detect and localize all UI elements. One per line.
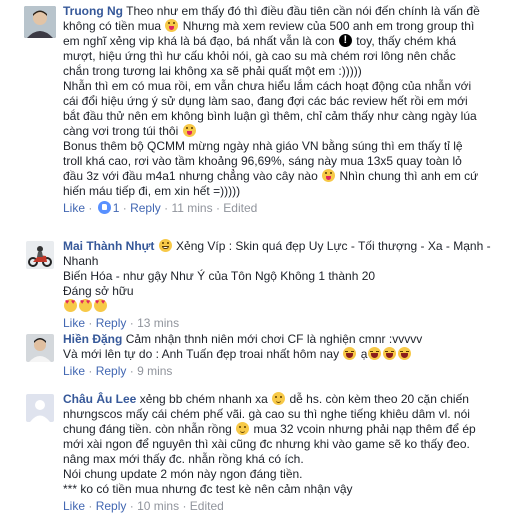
separator: · bbox=[88, 499, 93, 513]
separator: · bbox=[215, 201, 220, 215]
separator: · bbox=[182, 499, 187, 513]
comment-text-line: hiến máu tiếp đi, em xin hết =))))) bbox=[63, 184, 241, 198]
comment-actions: Like · Reply · 9 mins bbox=[63, 364, 515, 379]
separator: · bbox=[88, 316, 93, 330]
avatar[interactable] bbox=[26, 241, 54, 269]
heart-eyes-emoji-icon bbox=[64, 298, 77, 312]
grin-emoji-icon bbox=[158, 239, 172, 252]
laughing-emoji-icon bbox=[368, 347, 382, 360]
reply-button[interactable]: Reply bbox=[96, 364, 127, 378]
comment-actions: Like · 1 · Reply · 11 mins · Edited bbox=[63, 201, 515, 216]
comment-text-line: troll khá cao, rơi vào tầm khoảng 96,69%… bbox=[63, 154, 462, 168]
avatar-image-icon bbox=[26, 241, 54, 269]
laughing-emoji-icon bbox=[398, 347, 412, 360]
comment-text-line: Biến Hóa - như gậy Như Ý của Tôn Ngộ Khô… bbox=[63, 269, 376, 283]
like-button[interactable]: Like bbox=[63, 499, 85, 513]
comment-timestamp[interactable]: 11 mins bbox=[171, 201, 212, 215]
comment-actions: Like · Reply · 10 mins · Edited bbox=[63, 499, 515, 514]
comment-author[interactable]: Mai Thành Nhựt bbox=[63, 239, 154, 253]
avatar-image-icon bbox=[26, 334, 54, 362]
comment-text-line: ạ bbox=[360, 347, 368, 361]
comment-text-line: bắt đầu thử nên em không bình luận gì th… bbox=[63, 109, 477, 123]
reply-button[interactable]: Reply bbox=[130, 201, 161, 215]
comment-text-line: Nhưng mà xem review của 500 anh em trong… bbox=[182, 19, 475, 33]
heart-eyes-emoji-icon bbox=[79, 298, 92, 312]
comment-text-line: nâng max mới thấy đc. nhẫn rồng khá có í… bbox=[63, 452, 304, 466]
comment-text-line: mua 32 vcoin nhưng phải nạp thêm để ép bbox=[253, 422, 476, 436]
avatar-image-icon bbox=[24, 6, 56, 38]
comment-text-line: Nhìn chung thì anh em cứ bbox=[339, 169, 479, 183]
heart-eyes-emoji-icon bbox=[94, 298, 107, 312]
separator: · bbox=[164, 201, 169, 215]
tongue-emoji-icon bbox=[165, 19, 179, 32]
like-button[interactable]: Like bbox=[63, 316, 85, 330]
avatar[interactable] bbox=[26, 394, 54, 422]
comment-text-line: xẻng bb chém nhanh xa bbox=[139, 392, 268, 406]
comment-text-line: *** ko có tiền mua nhưng đc test kè nên … bbox=[63, 482, 353, 496]
comment-text-line: cái đổi hiệu ứng ý sử dụng làm sao, đang… bbox=[63, 94, 468, 108]
comment-text-line: Nói chung update 2 món này ngon đáng tiề… bbox=[63, 467, 303, 481]
comment-text-line: Bonus thêm bộ QCMM mừng ngày nhà giáo VN… bbox=[63, 139, 463, 153]
comment-author[interactable]: Hiền Đặng bbox=[63, 332, 122, 346]
like-count[interactable]: 1 bbox=[113, 201, 120, 215]
comment-text-line: toy, thấy chém khá bbox=[356, 34, 457, 48]
comment-text-line: mượt, hiệu ứng thì hư cấu khỏi nói, gà c… bbox=[63, 49, 456, 63]
edited-label[interactable]: Edited bbox=[190, 499, 224, 513]
comment-text-line: Xẻng Víp : Skin quá đẹp Uy Lực - Tối thư… bbox=[176, 239, 491, 253]
tongue-emoji-icon bbox=[322, 169, 336, 182]
comment-author[interactable]: Truong Ng bbox=[63, 4, 123, 18]
comment-text-line: Nhẫn thì em có mua rồi, em vẫn chưa hiểu… bbox=[63, 79, 472, 93]
comment-text-line: Cảm nhận thnh niên mới chơi CF là nghiện… bbox=[125, 332, 423, 346]
like-button[interactable]: Like bbox=[63, 364, 85, 378]
like-thumb-icon[interactable] bbox=[97, 201, 111, 214]
smile-emoji-icon bbox=[236, 422, 250, 435]
comment-text-line: Theo như em thấy đó thì điều đầu tiên cầ… bbox=[126, 4, 480, 18]
edited-label[interactable]: Edited bbox=[223, 201, 257, 215]
tongue-emoji-icon bbox=[182, 124, 196, 137]
comment-text-line: Đáng sở hữu bbox=[63, 284, 134, 298]
exclamation-emoji-icon bbox=[338, 33, 352, 47]
comment-text-line: càng vơi trong túi thôi bbox=[63, 124, 179, 138]
avatar[interactable] bbox=[26, 334, 54, 362]
like-button[interactable]: Like bbox=[63, 201, 85, 215]
comment-timestamp[interactable]: 13 mins bbox=[137, 316, 179, 330]
separator: · bbox=[129, 499, 134, 513]
comment-text-line: chắn trong tương lai không xa sẽ phải qu… bbox=[63, 64, 362, 78]
comment-text-line: nhưngscos mấy cái chém phế vãi. gà cao s… bbox=[63, 407, 470, 421]
default-profile-icon bbox=[26, 394, 54, 422]
separator: · bbox=[122, 201, 127, 215]
reply-button[interactable]: Reply bbox=[96, 499, 127, 513]
separator: · bbox=[88, 364, 93, 378]
reply-button[interactable]: Reply bbox=[96, 316, 127, 330]
separator: · bbox=[129, 316, 134, 330]
comment-text-line: đầu 3z với đầu m4a1 nhưng chẳng vào cây … bbox=[63, 169, 318, 183]
comment-author[interactable]: Châu Âu Lee bbox=[63, 392, 136, 406]
comment-text-line: dễ hs. còn kèm theo 20 cặn chiến bbox=[289, 392, 469, 406]
comment-text-line: Nhanh bbox=[63, 254, 99, 268]
separator: · bbox=[129, 364, 134, 378]
comment-text-line: không có tiền mua bbox=[63, 19, 162, 33]
comment-text-line: Và mới lên tự do : Anh Tuấn đẹp troai nh… bbox=[63, 347, 340, 361]
avatar[interactable] bbox=[24, 6, 56, 38]
comment-thread: Truong Ng Theo như em thấy đó thì điều đ… bbox=[0, 0, 519, 529]
separator: · bbox=[88, 201, 93, 215]
laughing-emoji-icon bbox=[343, 347, 357, 360]
comment-text-line: chung đáng tiền. còn nhẫn rồng bbox=[63, 422, 232, 436]
comment-text-line: mới xài ngon để nguyên thì xài cũng đc n… bbox=[63, 437, 470, 451]
comment-actions: Like · Reply · 13 mins bbox=[63, 316, 515, 331]
comment-text-line: em nghĩ xẻng vip khá là bá đạo, bá nhất … bbox=[63, 34, 335, 48]
comment-timestamp[interactable]: 9 mins bbox=[137, 364, 172, 378]
smile-emoji-icon bbox=[272, 392, 286, 405]
laughing-emoji-icon bbox=[383, 347, 397, 360]
comment-timestamp[interactable]: 10 mins bbox=[137, 499, 179, 513]
